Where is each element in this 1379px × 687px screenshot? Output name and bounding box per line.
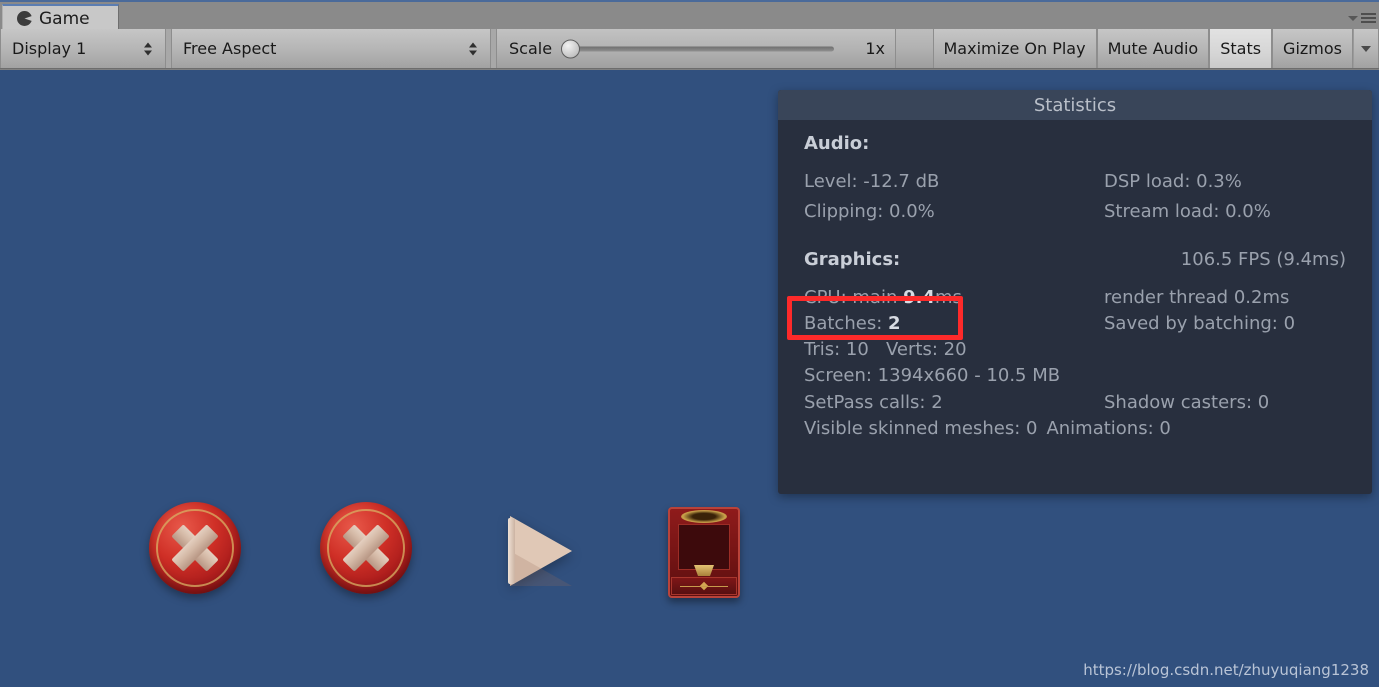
panel-inner-area [678,524,730,570]
stats-label: Stats [1220,39,1262,58]
ornate-panel-sprite[interactable] [668,507,740,598]
scale-label: Scale [509,39,553,58]
close-button-sprite-1[interactable] [149,502,241,594]
gizmos-label: Gizmos [1283,39,1342,58]
play-arrow-sprite[interactable] [502,508,588,594]
scale-slider-handle[interactable] [561,39,581,58]
mute-audio-label: Mute Audio [1107,39,1199,58]
audio-clipping: Clipping: 0.0% [804,201,935,223]
game-view-icon [17,11,32,26]
graphics-screen: Screen: 1394x660 - 10.5 MB [804,365,1061,387]
display-dropdown[interactable]: Display 1 [0,29,166,68]
audio-heading-label: Audio: [804,133,870,154]
statistics-body: Audio: Level: -12.7 dB DSP load: 0.3% Cl… [778,120,1372,441]
chevron-down-icon[interactable] [1348,15,1358,21]
audio-level: Level: -12.7 dB [804,171,940,192]
panel-options-menu[interactable] [1348,13,1376,23]
graphics-visible-skinned-meshes: Visible skinned meshes: 0 [804,418,1038,440]
cpu-main-ms: 9.4 [903,286,935,308]
chevron-updown-icon [144,42,153,55]
triangle-shade [510,551,572,586]
aspect-ratio-dropdown[interactable]: Free Aspect [171,29,491,68]
stats-button[interactable]: Stats [1209,29,1273,68]
batches-label: Batches: [804,312,883,334]
close-button-sprite-2[interactable] [320,502,412,594]
aspect-ratio-label: Free Aspect [183,39,277,58]
statistics-panel: Statistics Audio: Level: -12.7 dB DSP lo… [778,90,1372,494]
scale-slider-track[interactable] [575,46,834,51]
verts-value: Verts: 20 [886,339,967,361]
graphics-shadow-casters: Shadow casters: 0 [1104,391,1270,413]
batches-value: 2 [888,312,901,334]
graphics-batches-row: Batches: 2 Saved by batching: 0 [804,312,1346,336]
cpu-prefix: CPU: main [804,286,904,308]
unity-editor-window: Game Display 1 Free Aspect Scale 1x Maxi… [0,0,1379,687]
mute-audio-button[interactable]: Mute Audio [1096,29,1210,68]
scale-value: 1x [865,39,885,58]
triangle-left-edge [508,518,515,584]
hamburger-menu-icon[interactable] [1361,13,1376,23]
cpu-suffix: ms [934,286,962,308]
tab-strip: Game [0,0,1379,31]
game-view-toolbar: Display 1 Free Aspect Scale 1x Maximize … [0,29,1379,69]
graphics-animations: Animations: 0 [1046,418,1171,440]
watermark-url: https://blog.csdn.net/zhuyuqiang1238 [1083,661,1369,679]
display-dropdown-label: Display 1 [12,39,87,58]
gold-crest-ornament [681,510,727,523]
graphics-cpu: CPU: main 9.4ms [804,286,1104,310]
chevron-down-icon [1361,45,1371,52]
graphics-tris-row: Tris: 10 Verts: 20 [804,338,1346,362]
audio-section-heading: Audio: [804,133,1346,154]
panel-base [671,577,737,595]
audio-dsp-load: DSP load: 0.3% [1104,171,1242,192]
gold-diamond-ornament [699,581,709,591]
graphics-screen-row: Screen: 1394x660 - 10.5 MB [804,364,1346,388]
toolbar-spacer [896,29,933,68]
graphics-setpass-row: SetPass calls: 2 Shadow casters: 0 [804,391,1346,415]
graphics-cpu-row: CPU: main 9.4ms render thread 0.2ms [804,286,1346,310]
statistics-title: Statistics [778,90,1372,120]
audio-stream-load: Stream load: 0.0% [1104,201,1271,223]
graphics-skinned-row: Visible skinned meshes: 0 Animations: 0 [804,417,1346,441]
graphics-render-thread: render thread 0.2ms [1104,286,1290,308]
graphics-tris-verts: Tris: 10 Verts: 20 [804,338,1104,362]
graphics-heading-label: Graphics: [804,248,901,270]
tab-game[interactable]: Game [2,4,119,31]
graphics-saved-by-batching: Saved by batching: 0 [1104,312,1296,334]
gizmos-dropdown-button[interactable] [1353,29,1379,68]
scale-control[interactable]: Scale 1x [496,29,896,68]
tris-value: Tris: 10 [804,339,869,361]
audio-level-row: Level: -12.7 dB DSP load: 0.3% [804,170,1346,194]
maximize-on-play-label: Maximize On Play [943,39,1086,58]
scale-slider[interactable] [561,39,846,58]
gizmos-button[interactable]: Gizmos [1272,29,1353,68]
audio-clipping-row: Clipping: 0.0% Stream load: 0.0% [804,200,1346,224]
graphics-section-heading: Graphics: 106.5 FPS (9.4ms) [804,249,1346,270]
graphics-fps: 106.5 FPS (9.4ms) [1180,248,1346,270]
chevron-updown-icon [469,42,478,55]
maximize-on-play-button[interactable]: Maximize On Play [932,29,1097,68]
graphics-setpass-calls: SetPass calls: 2 [804,391,943,413]
tab-game-label: Game [39,8,90,29]
graphics-batches: Batches: 2 [804,312,1104,336]
